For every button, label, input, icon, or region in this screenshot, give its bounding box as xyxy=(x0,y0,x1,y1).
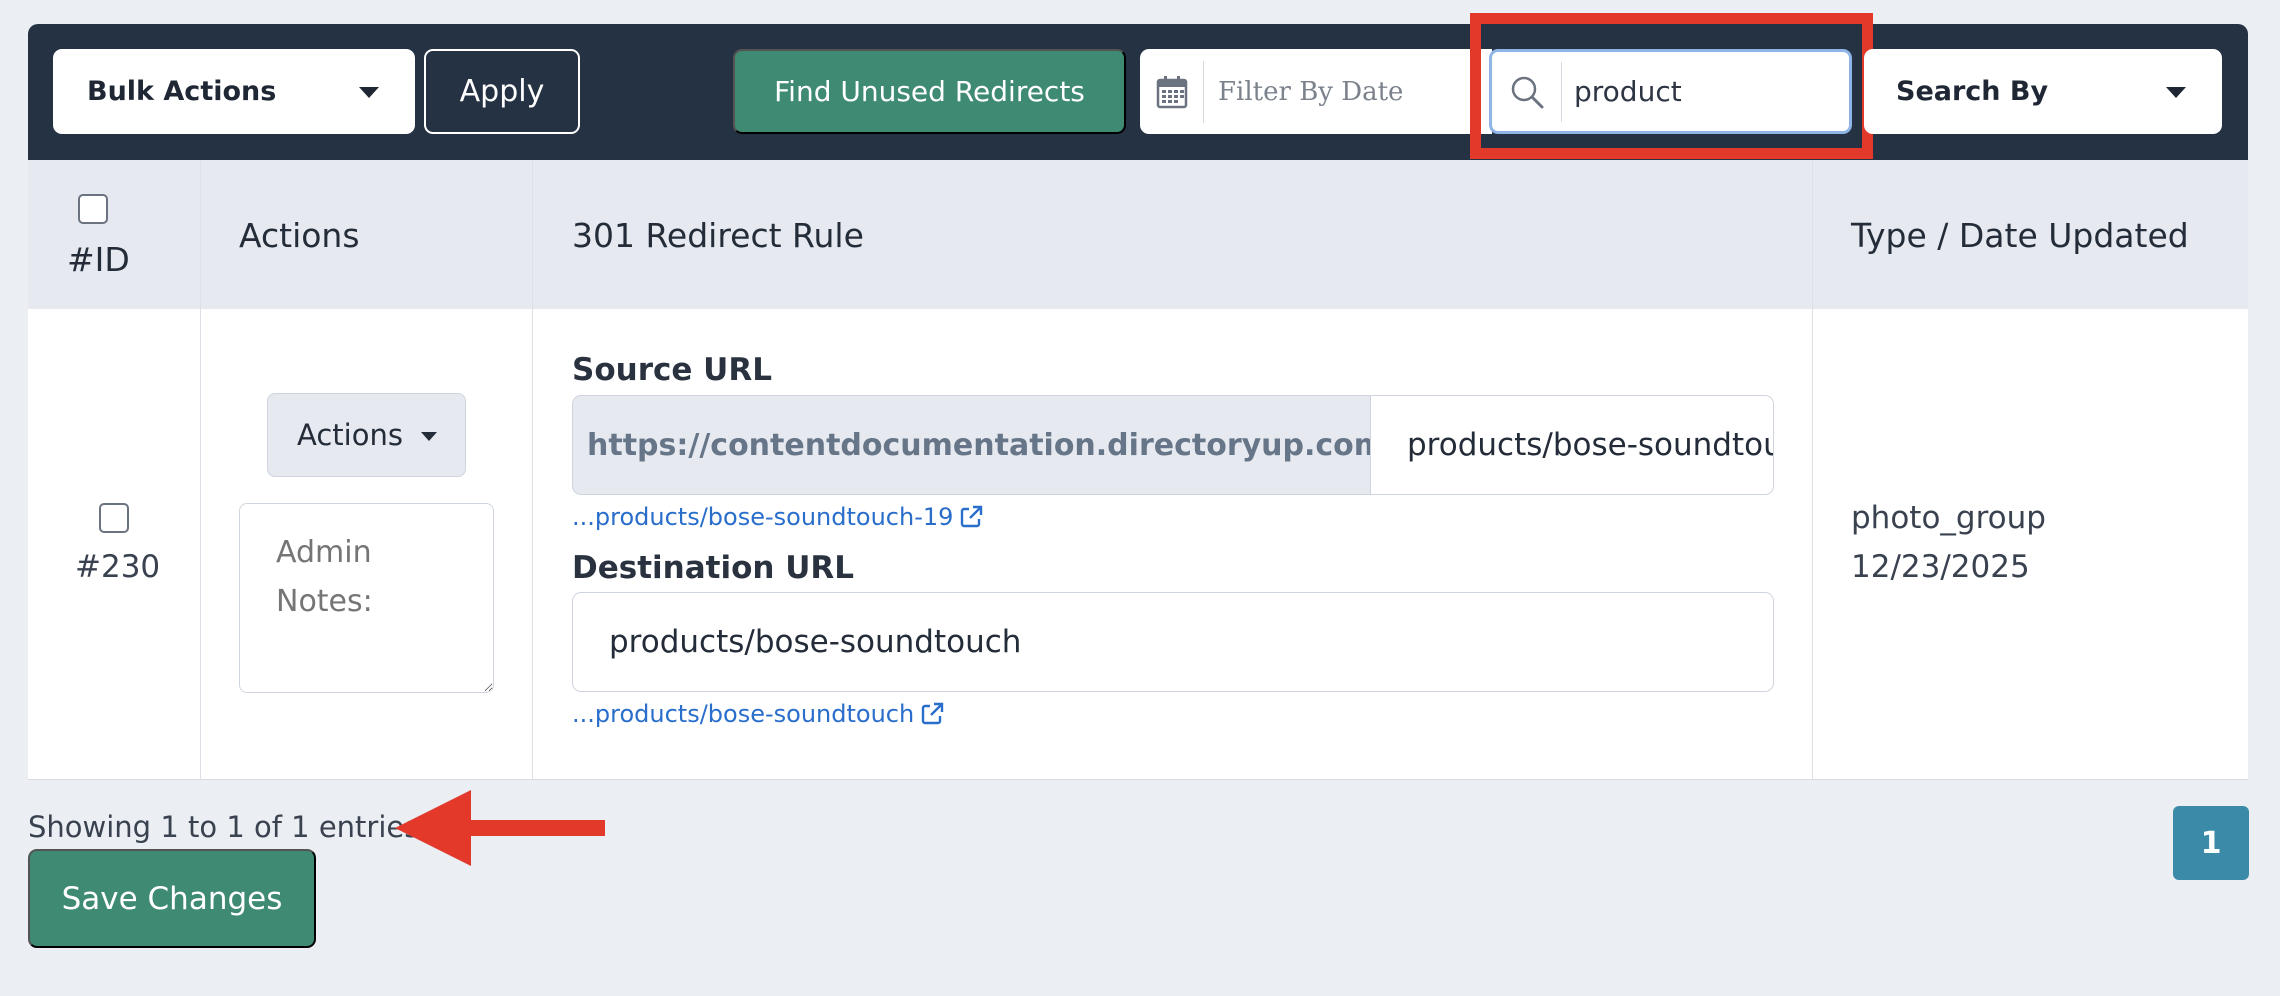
header-id: #ID xyxy=(67,240,130,279)
row-actions-button[interactable]: Actions xyxy=(267,393,466,477)
search-highlight-box xyxy=(1470,13,1873,159)
external-link-icon xyxy=(921,702,944,725)
apply-button[interactable]: Apply xyxy=(424,49,580,134)
save-changes-button[interactable]: Save Changes xyxy=(28,849,316,948)
date-filter-field[interactable]: Filter By Date xyxy=(1140,49,1492,134)
chevron-down-icon xyxy=(2166,87,2186,98)
pagination-page-1[interactable]: 1 xyxy=(2173,806,2249,880)
source-url-prefix: https://contentdocumentation.directoryup… xyxy=(572,395,1396,495)
bulk-actions-label: Bulk Actions xyxy=(87,76,277,107)
arrow-left-icon xyxy=(395,790,605,866)
chevron-down-icon xyxy=(421,432,437,441)
admin-notes-textarea[interactable] xyxy=(239,503,494,693)
row-actions-label: Actions xyxy=(297,418,403,452)
source-url-link[interactable]: ...products/bose-soundtouch-19 xyxy=(572,503,983,531)
search-by-select[interactable]: Search By xyxy=(1864,49,2222,134)
source-url-label: Source URL xyxy=(572,352,772,388)
column-divider xyxy=(200,160,201,780)
date-filter-placeholder: Filter By Date xyxy=(1218,76,1404,107)
bulk-actions-select[interactable]: Bulk Actions xyxy=(53,49,415,134)
source-url-input[interactable]: products/bose-soundtouch-19 xyxy=(1370,395,1774,495)
find-unused-redirects-button[interactable]: Find Unused Redirects xyxy=(733,49,1126,134)
search-by-label: Search By xyxy=(1896,76,2049,107)
external-link-icon xyxy=(961,505,983,528)
row-id: #230 xyxy=(75,549,161,585)
entries-info: Showing 1 to 1 of 1 entries xyxy=(28,810,420,844)
destination-url-label: Destination URL xyxy=(572,550,855,586)
column-divider xyxy=(1812,160,1813,780)
header-redirect-rule: 301 Redirect Rule xyxy=(572,216,864,255)
chevron-down-icon xyxy=(359,87,379,98)
row-type: photo_group xyxy=(1851,500,2046,536)
destination-url-link[interactable]: ...products/bose-soundtouch xyxy=(572,700,944,728)
select-all-checkbox[interactable] xyxy=(78,194,108,224)
source-url-link-text: ...products/bose-soundtouch-19 xyxy=(572,503,954,531)
column-divider xyxy=(532,160,533,780)
destination-url-input[interactable]: products/bose-soundtouch xyxy=(572,592,1774,692)
header-type-date: Type / Date Updated xyxy=(1851,216,2189,255)
row-date-updated: 12/23/2025 xyxy=(1851,549,2030,585)
calendar-icon xyxy=(1140,60,1204,123)
row-checkbox[interactable] xyxy=(99,503,129,533)
destination-url-link-text: ...products/bose-soundtouch xyxy=(572,700,915,728)
header-actions: Actions xyxy=(239,216,360,255)
